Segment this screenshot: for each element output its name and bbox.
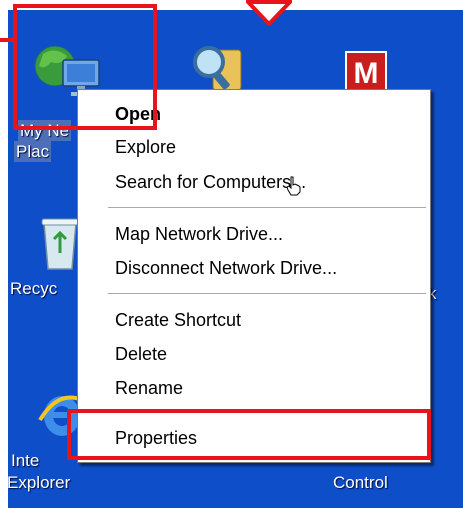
recycle-bin-label: Recyc: [10, 279, 58, 298]
internet-explorer-label-line2: Explorer: [7, 473, 71, 492]
menu-separator: [108, 293, 426, 295]
menu-item-rename[interactable]: Rename: [115, 376, 183, 400]
menu-item-map-network-drive[interactable]: Map Network Drive...: [115, 222, 283, 246]
internet-explorer-label-line1: Inte: [11, 451, 40, 470]
svg-text:M: M: [354, 57, 379, 90]
recycle-bin-icon: [41, 218, 79, 270]
highlight-box-network-icon: [13, 4, 157, 130]
menu-item-search-for-computers[interactable]: Search for Computers...: [115, 170, 306, 194]
recycle-bin-desktop-icon[interactable]: Recyc: [8, 205, 88, 325]
highlight-box-properties: [67, 409, 431, 460]
menu-item-create-shortcut[interactable]: Create Shortcut: [115, 308, 241, 332]
my-network-places-label-line2: Plac: [14, 141, 52, 162]
menu-separator: [108, 207, 426, 209]
menu-item-delete[interactable]: Delete: [115, 342, 167, 366]
context-menu: Open Explore Search for Computers... Map…: [77, 89, 431, 463]
menu-item-explore[interactable]: Explore: [115, 135, 176, 159]
highlight-connector-line: [0, 38, 14, 42]
annotation-arrow-icon: [246, 0, 292, 26]
hand-cursor-icon: [286, 176, 301, 196]
control-panel-label: Control: [333, 473, 388, 492]
menu-item-disconnect-network-drive[interactable]: Disconnect Network Drive...: [115, 256, 337, 280]
